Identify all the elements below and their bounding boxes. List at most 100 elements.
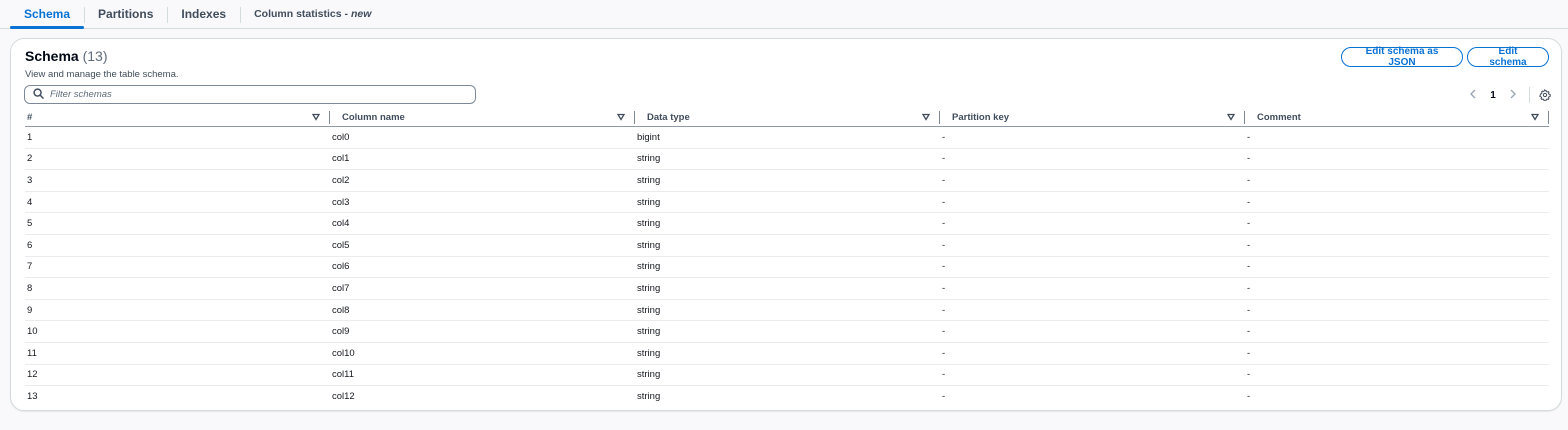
- comment-cell: -: [1247, 218, 1251, 230]
- partition-key-cell: -: [942, 347, 946, 359]
- column-resizer[interactable]: [1548, 110, 1549, 124]
- column-header-comment[interactable]: Comment: [1245, 108, 1549, 127]
- table-row: 11 col10 string - -: [25, 343, 1549, 365]
- column-name-cell: col3: [332, 196, 350, 208]
- filter-schemas-input[interactable]: [50, 89, 450, 100]
- table-body: 1 col0 bigint - -2 col1 string - -3 col2 string - -4…: [25, 127, 1549, 408]
- column-header-label: Data type: [647, 111, 690, 123]
- table-row: 2 col1 string - -: [25, 149, 1549, 171]
- row-number: 2: [27, 153, 33, 165]
- table-header: # Column name Data type Partition key Co: [25, 108, 1549, 127]
- comment-cell: -: [1247, 174, 1251, 186]
- tab-column-statistics-label: Column statistics -: [254, 8, 351, 20]
- row-number: 4: [27, 196, 33, 208]
- column-header-data-type[interactable]: Data type: [635, 108, 940, 127]
- comment-cell: -: [1247, 326, 1251, 338]
- data-type-cell: string: [637, 196, 661, 208]
- column-name-cell: col5: [332, 239, 350, 251]
- table-row: 7 col6 string - -: [25, 257, 1549, 279]
- partition-key-cell: -: [942, 239, 946, 251]
- table-row: 6 col5 string - -: [25, 235, 1549, 257]
- data-type-cell: string: [637, 261, 661, 273]
- row-number: 8: [27, 282, 33, 294]
- table-row: 8 col7 string - -: [25, 278, 1549, 300]
- column-header-label: Partition key: [952, 111, 1010, 123]
- tab-partitions[interactable]: Partitions: [84, 0, 167, 28]
- new-badge: new: [350, 8, 372, 20]
- row-number: 9: [27, 304, 33, 316]
- partition-key-cell: -: [942, 261, 946, 273]
- table-row: 9 col8 string - -: [25, 300, 1549, 322]
- row-number: 6: [27, 239, 33, 251]
- sort-caret-icon[interactable]: [921, 113, 931, 121]
- tab-column-statistics[interactable]: Column statistics - new: [240, 0, 385, 28]
- row-number: 11: [27, 347, 37, 359]
- partition-key-cell: -: [942, 218, 946, 230]
- data-type-cell: string: [637, 369, 661, 381]
- column-header-label: Column name: [342, 111, 405, 123]
- row-number: 5: [27, 218, 33, 230]
- table-row: 12 col11 string - -: [25, 365, 1549, 387]
- partition-key-cell: -: [942, 391, 946, 403]
- data-type-cell: string: [637, 326, 661, 338]
- row-number: 10: [27, 326, 38, 338]
- row-number: 3: [27, 174, 33, 186]
- data-type-cell: string: [637, 153, 661, 165]
- column-name-cell: col9: [332, 326, 350, 338]
- table-row: 1 col0 bigint - -: [25, 127, 1549, 149]
- table-row: 3 col2 string - -: [25, 170, 1549, 192]
- filter-schemas-field[interactable]: [24, 85, 476, 104]
- partition-key-cell: -: [942, 174, 946, 186]
- table-row: 13 col12 string - -: [25, 386, 1549, 408]
- column-header-number[interactable]: #: [25, 108, 330, 127]
- edit-schema-button[interactable]: Edit schema: [1467, 46, 1549, 68]
- column-name-cell: col1: [332, 153, 350, 165]
- sort-caret-icon[interactable]: [1226, 113, 1236, 121]
- sort-caret-icon[interactable]: [311, 113, 321, 121]
- chevron-left-icon[interactable]: [1463, 88, 1483, 102]
- column-header-partition-key[interactable]: Partition key: [940, 108, 1245, 127]
- tab-indexes[interactable]: Indexes: [167, 0, 240, 28]
- column-header-label: #: [27, 111, 33, 123]
- column-name-cell: col7: [332, 282, 350, 294]
- comment-cell: -: [1247, 131, 1251, 143]
- column-header-label: Comment: [1257, 111, 1301, 123]
- partition-key-cell: -: [942, 153, 946, 165]
- table-row: 5 col4 string - -: [25, 213, 1549, 235]
- table-row: 4 col3 string - -: [25, 192, 1549, 214]
- schema-description: View and manage the table schema.: [25, 69, 179, 80]
- comment-cell: -: [1247, 347, 1251, 359]
- column-name-cell: col8: [332, 304, 350, 316]
- data-type-cell: string: [637, 239, 661, 251]
- column-name-cell: col11: [332, 369, 355, 381]
- sort-caret-icon[interactable]: [616, 113, 626, 121]
- comment-cell: -: [1247, 304, 1251, 316]
- partition-key-cell: -: [942, 282, 946, 294]
- data-type-cell: string: [637, 218, 661, 230]
- tab-schema[interactable]: Schema: [10, 0, 85, 29]
- partition-key-cell: -: [942, 196, 946, 208]
- partition-key-cell: -: [942, 131, 946, 143]
- data-type-cell: string: [637, 304, 661, 316]
- column-header-column-name[interactable]: Column name: [330, 108, 635, 127]
- tab-bar: Schema Partitions Indexes Column statist…: [0, 0, 1568, 29]
- edit-schema-json-button[interactable]: Edit schema as JSON: [1341, 46, 1463, 68]
- chevron-right-icon[interactable]: [1503, 88, 1523, 102]
- data-type-cell: string: [637, 347, 661, 359]
- comment-cell: -: [1247, 153, 1251, 165]
- partition-key-cell: -: [942, 304, 946, 316]
- column-name-cell: col10: [332, 347, 355, 359]
- column-name-cell: col2: [332, 174, 350, 186]
- tab-partitions-label: Partitions: [98, 7, 154, 21]
- schema-count: (13): [82, 48, 108, 64]
- comment-cell: -: [1247, 369, 1251, 381]
- comment-cell: -: [1247, 282, 1251, 294]
- column-name-cell: col12: [332, 391, 355, 403]
- data-type-cell: bigint: [637, 131, 660, 143]
- column-name-cell: col6: [332, 261, 350, 273]
- row-number: 13: [27, 391, 38, 403]
- sort-caret-icon[interactable]: [1530, 113, 1540, 121]
- settings-gear-icon[interactable]: [1538, 88, 1552, 102]
- data-type-cell: string: [637, 174, 661, 186]
- page-number[interactable]: 1: [1483, 90, 1503, 101]
